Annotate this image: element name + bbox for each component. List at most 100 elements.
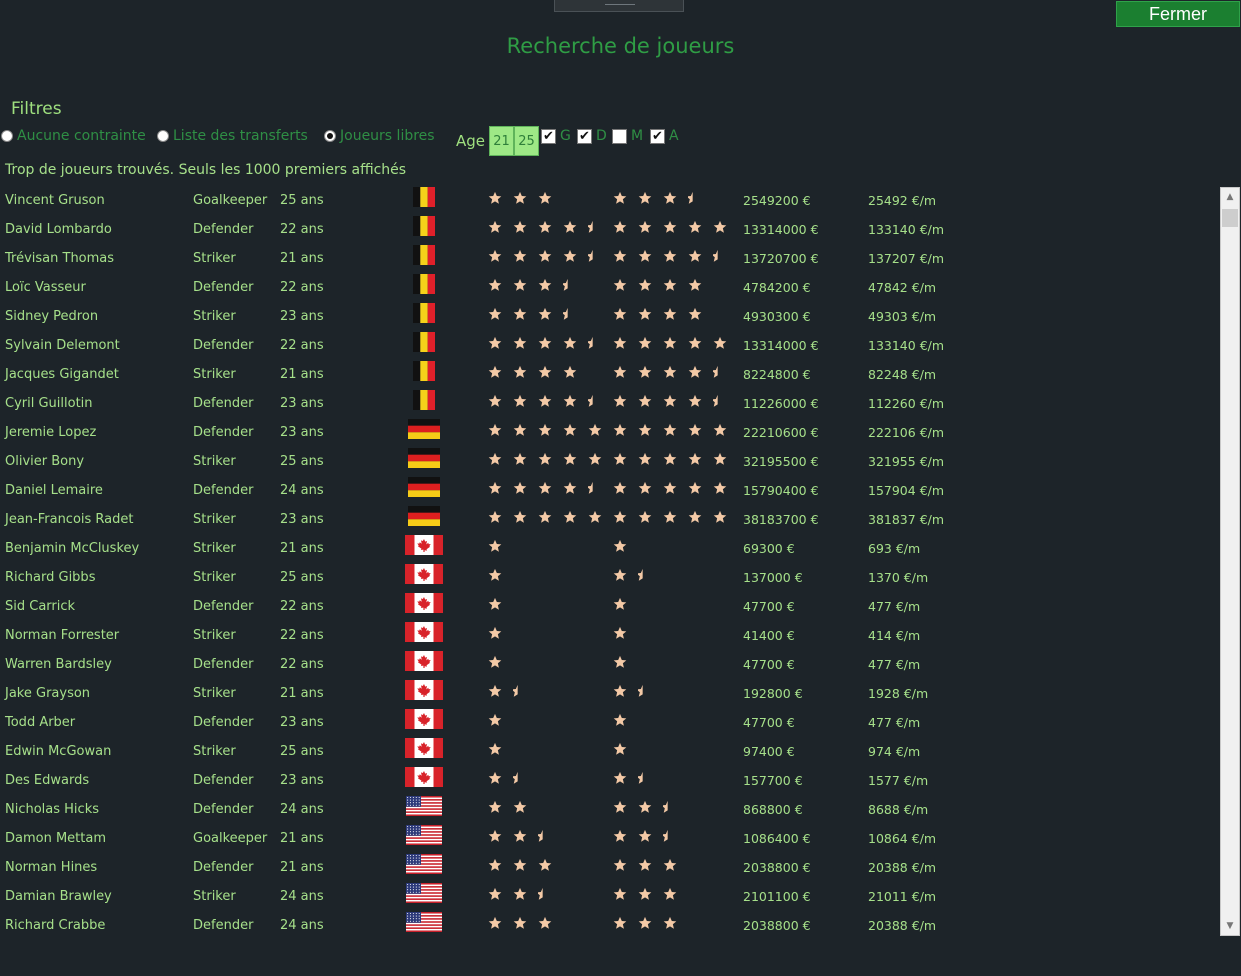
radio-label: Aucune contrainte [17, 128, 146, 144]
table-row[interactable]: Damian Brawley Striker 24 ans 2101100 € 2101… [0, 882, 1220, 911]
half-star-icon [588, 249, 602, 265]
table-row[interactable]: Daniel Lemaire Defender 24 ans 15790400 € 15… [0, 476, 1220, 505]
close-button[interactable]: Fermer [1116, 1, 1240, 27]
star-icon [638, 220, 652, 236]
star-icon [488, 452, 502, 468]
star-icon [613, 510, 627, 526]
star-icon [638, 800, 652, 816]
table-row[interactable]: Des Edwards Defender 23 ans 157700 € 1577 €/… [0, 766, 1220, 795]
table-row[interactable]: Benjamin McCluskey Striker 21 ans 69300 € 69… [0, 534, 1220, 563]
table-row[interactable]: Trévisan Thomas Striker 21 ans 13720700 € 13… [0, 244, 1220, 273]
table-row[interactable]: Damon Mettam Goalkeeper 21 ans 1086400 € 108… [0, 824, 1220, 853]
star-icon [538, 336, 552, 352]
table-row[interactable]: Loïc Vasseur Defender 22 ans 4784200 € 47842… [0, 273, 1220, 302]
checkbox-defender[interactable]: ✔ D [577, 128, 607, 144]
check-icon[interactable]: ✔ [541, 128, 556, 144]
star-icon [538, 191, 552, 207]
checkbox-empty[interactable] [612, 128, 627, 144]
checkbox-midfielder[interactable]: M [612, 128, 643, 144]
table-row[interactable]: Jacques Gigandet Striker 21 ans 8224800 € 82… [0, 360, 1220, 389]
table-row[interactable]: Warren Bardsley Defender 22 ans 47700 € 477 … [0, 650, 1220, 679]
table-row[interactable]: Sylvain Delemont Defender 22 ans 13314000 €… [0, 331, 1220, 360]
checkbox-label: G [560, 128, 571, 144]
player-name: Jacques Gigandet [5, 367, 119, 382]
player-salary: 321955 €/m [868, 454, 945, 469]
star-icon [513, 481, 527, 497]
star-icon [563, 423, 577, 439]
radio-dot-selected[interactable] [324, 130, 336, 142]
radio-free-players[interactable]: Joueurs libres [324, 128, 435, 144]
player-age: 25 ans [280, 454, 324, 469]
star-icon [488, 887, 502, 903]
player-name: Olivier Bony [5, 454, 85, 469]
drag-handle[interactable] [554, 0, 684, 12]
radio-no-constraint[interactable]: Aucune contrainte [1, 128, 146, 144]
star-icon [538, 858, 552, 874]
scroll-down-icon[interactable]: ▼ [1221, 917, 1239, 935]
table-row[interactable]: Jake Grayson Striker 21 ans 192800 € 1928 €/… [0, 679, 1220, 708]
player-name: Vincent Gruson [5, 193, 105, 208]
half-star-icon [638, 568, 652, 584]
rating-potential [613, 771, 663, 787]
player-salary: 133140 €/m [868, 338, 945, 353]
check-icon[interactable]: ✔ [577, 128, 592, 144]
player-value: 2038800 € [743, 860, 811, 875]
radio-dot[interactable] [157, 130, 169, 142]
table-row[interactable]: Richard Crabbe Defender 24 ans 2038800 € 203… [0, 911, 1220, 940]
half-star-icon [513, 771, 527, 787]
table-row[interactable]: Sid Carrick Defender 22 ans 47700 € 477 €/m [0, 592, 1220, 621]
table-row[interactable]: Jean-Francois Radet Striker 23 ans 38183700… [0, 505, 1220, 534]
check-icon[interactable]: ✔ [650, 128, 665, 144]
rating-current [488, 916, 563, 932]
star-icon [663, 887, 677, 903]
star-icon [663, 394, 677, 410]
radio-transfer-list[interactable]: Liste des transferts [157, 128, 308, 144]
vertical-scrollbar[interactable]: ▲ ▼ [1220, 187, 1240, 936]
player-age: 23 ans [280, 512, 324, 527]
age-min-input[interactable]: 21 [489, 126, 514, 156]
usa-flag-icon [406, 912, 442, 933]
table-row[interactable]: Nicholas Hicks Defender 24 ans 868800 € 8688… [0, 795, 1220, 824]
star-icon [663, 307, 677, 323]
half-star-icon [563, 307, 577, 323]
table-row[interactable]: Jeremie Lopez Defender 23 ans 22210600 € 222… [0, 418, 1220, 447]
scroll-up-icon[interactable]: ▲ [1221, 188, 1239, 206]
table-row[interactable]: Norman Forrester Striker 22 ans 41400 € 414 … [0, 621, 1220, 650]
player-age: 24 ans [280, 483, 324, 498]
table-row[interactable]: Cyril Guillotin Defender 23 ans 11226000 € 1… [0, 389, 1220, 418]
player-age: 22 ans [280, 222, 324, 237]
star-icon [663, 191, 677, 207]
half-star-icon [513, 684, 527, 700]
table-row[interactable]: Vincent Gruson Goalkeeper 25 ans 2549200 € 2… [0, 186, 1220, 215]
radio-dot[interactable] [1, 130, 13, 142]
rating-potential [613, 452, 738, 468]
player-position: Goalkeeper [193, 193, 268, 208]
rating-potential [613, 191, 713, 207]
player-name: Richard Gibbs [5, 570, 96, 585]
star-icon [538, 278, 552, 294]
checkbox-goalkeeper[interactable]: ✔ G [541, 128, 571, 144]
rating-current [488, 684, 538, 700]
player-age: 22 ans [280, 628, 324, 643]
table-row[interactable]: Norman Hines Defender 21 ans 2038800 € 20388… [0, 853, 1220, 882]
player-position: Defender [193, 657, 254, 672]
table-row[interactable]: Edwin McGowan Striker 25 ans 97400 € 974 €/m [0, 737, 1220, 766]
rating-potential [613, 597, 638, 613]
age-max-input[interactable]: 25 [514, 126, 539, 156]
player-value: 47700 € [743, 657, 795, 672]
table-row[interactable]: Richard Gibbs Striker 25 ans 137000 € 1370 €… [0, 563, 1220, 592]
table-row[interactable]: Olivier Bony Striker 25 ans 32195500 € 32195… [0, 447, 1220, 476]
scroll-thumb[interactable] [1222, 209, 1238, 227]
table-row[interactable]: Sidney Pedron Striker 23 ans 4930300 € 49303… [0, 302, 1220, 331]
star-icon [688, 220, 702, 236]
player-value: 2038800 € [743, 918, 811, 933]
checkbox-striker[interactable]: ✔ A [650, 128, 679, 144]
player-position: Defender [193, 280, 254, 295]
player-salary: 477 €/m [868, 657, 921, 672]
table-row[interactable]: David Lombardo Defender 22 ans 13314000 € 13… [0, 215, 1220, 244]
star-icon [513, 220, 527, 236]
star-icon [663, 423, 677, 439]
half-star-icon [638, 771, 652, 787]
player-name: Benjamin McCluskey [5, 541, 140, 556]
table-row[interactable]: Todd Arber Defender 23 ans 47700 € 477 €/m [0, 708, 1220, 737]
